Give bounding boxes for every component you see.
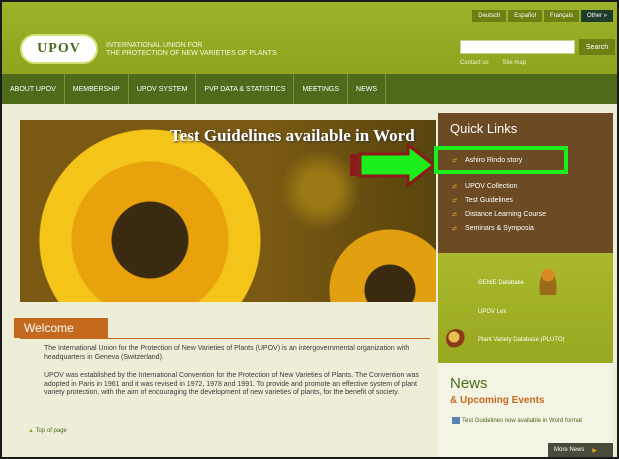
top-of-page-label: Top of page bbox=[35, 428, 67, 434]
upov-lex-link[interactable]: UPOV Lex bbox=[478, 309, 506, 315]
nav-meetings[interactable]: MEETINGS bbox=[294, 74, 349, 104]
news-panel: News & Upcoming Events Test Guidelines n… bbox=[438, 363, 613, 457]
welcome-divider bbox=[20, 338, 430, 339]
pluto-database-link[interactable]: Plant Variety Database (PLUTO) bbox=[478, 337, 564, 343]
nav-news[interactable]: NEWS bbox=[348, 74, 387, 104]
nav-pvp-data[interactable]: PVP DATA & STATISTICS bbox=[196, 74, 295, 104]
site-map-link[interactable]: Site map bbox=[502, 60, 526, 66]
quick-link-test-guidelines[interactable]: ⇄ Test Guidelines bbox=[452, 197, 513, 204]
seed-icon bbox=[446, 329, 466, 349]
top-of-page-link[interactable]: ▲ Top of page bbox=[28, 428, 67, 434]
link-icon: ⇄ bbox=[452, 226, 458, 232]
quick-link-upov-collection[interactable]: ⇄ UPOV Collection bbox=[452, 183, 518, 190]
language-bar: Deutsch Español Français Other » bbox=[470, 10, 613, 22]
news-item-text: Test Guidelines now available in Word fo… bbox=[462, 418, 582, 425]
org-line-1: INTERNATIONAL UNION FOR bbox=[106, 42, 203, 49]
upov-logo[interactable]: UPOV bbox=[20, 34, 98, 64]
lang-francais[interactable]: Français bbox=[543, 10, 579, 22]
upcoming-events-title: & Upcoming Events bbox=[450, 395, 545, 406]
quick-link-label: Seminars & Symposia bbox=[465, 225, 534, 232]
up-arrow-icon: ▲ bbox=[28, 428, 34, 434]
more-news-label: More News bbox=[554, 447, 585, 453]
quick-link-label: Test Guidelines bbox=[465, 197, 513, 204]
nav-upov-system[interactable]: UPOV SYSTEM bbox=[129, 74, 197, 104]
site-header: Deutsch Español Français Other » UPOV IN… bbox=[2, 2, 617, 74]
news-title: News bbox=[450, 375, 488, 392]
search-button[interactable]: Search bbox=[579, 39, 615, 55]
main-nav: ABOUT UPOV MEMBERSHIP UPOV SYSTEM PVP DA… bbox=[2, 74, 617, 104]
welcome-paragraph-1: The International Union for the Protecti… bbox=[44, 345, 410, 361]
genie-database-link[interactable]: GENIE Database bbox=[478, 280, 524, 286]
link-icon: ⇄ bbox=[452, 212, 458, 218]
annotation-arrow-icon bbox=[350, 143, 437, 187]
quick-link-label: UPOV Collection bbox=[465, 183, 518, 190]
news-item[interactable]: Test Guidelines now available in Word fo… bbox=[452, 417, 602, 425]
search-input[interactable] bbox=[460, 40, 575, 54]
quick-link-label: Distance Learning Course bbox=[465, 211, 546, 218]
genie-icon bbox=[538, 267, 558, 295]
nav-membership[interactable]: MEMBERSHIP bbox=[65, 74, 129, 104]
quick-links-panel: Quick Links ⇄ Ashiro Rindo story ⇄ UPOV Co… bbox=[438, 113, 613, 253]
quick-link-distance-learning[interactable]: ⇄ Distance Learning Course bbox=[452, 211, 546, 218]
document-icon bbox=[452, 417, 460, 424]
more-news-button[interactable]: More News ▶ bbox=[548, 443, 613, 457]
lang-other[interactable]: Other » bbox=[580, 10, 613, 22]
welcome-paragraph-2: UPOV was established by the Internationa… bbox=[44, 372, 419, 396]
utility-links: Contact us Site map bbox=[460, 60, 538, 66]
link-icon: ⇄ bbox=[452, 184, 458, 190]
database-panel: GENIE Database UPOV Lex Plant Variety Da… bbox=[438, 253, 613, 363]
annotation-highlight-box bbox=[434, 146, 568, 174]
nav-about-upov[interactable]: ABOUT UPOV bbox=[2, 74, 65, 104]
screenshot-frame: Deutsch Español Français Other » UPOV IN… bbox=[0, 0, 619, 459]
lang-espanol[interactable]: Español bbox=[508, 10, 542, 22]
contact-us-link[interactable]: Contact us bbox=[460, 60, 489, 66]
welcome-heading: Welcome bbox=[14, 318, 108, 338]
logo-text: UPOV bbox=[37, 41, 81, 56]
arrow-right-icon: ▶ bbox=[592, 447, 597, 454]
quick-link-seminars[interactable]: ⇄ Seminars & Symposia bbox=[452, 225, 534, 232]
lang-deutsch[interactable]: Deutsch bbox=[472, 10, 507, 22]
link-icon: ⇄ bbox=[452, 198, 458, 204]
quick-links-title: Quick Links bbox=[450, 121, 518, 136]
organization-name: INTERNATIONAL UNION FOR THE PROTECTION O… bbox=[106, 42, 277, 58]
org-line-2: THE PROTECTION OF NEW VARIETIES OF PLANT… bbox=[106, 50, 277, 57]
